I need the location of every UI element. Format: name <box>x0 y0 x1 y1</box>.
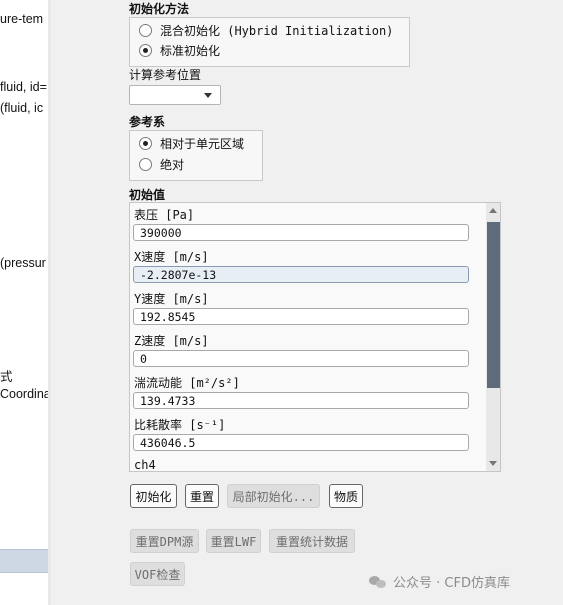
scroll-down-arrow-icon[interactable] <box>489 461 497 466</box>
patch-button[interactable]: 局部初始化... <box>227 484 320 508</box>
initial-values-list: 表压 [Pa] 390000 X速度 [m/s] -2.2807e-13 Y速度… <box>129 202 501 472</box>
field-label-x-velocity: X速度 [m/s] <box>134 250 209 264</box>
y-velocity-input[interactable]: 192.8545 <box>133 308 469 325</box>
radio-hybrid-init[interactable]: 混合初始化 (Hybrid Initialization) <box>139 22 393 39</box>
field-label-z-velocity: Z速度 [m/s] <box>134 334 209 348</box>
reset-button[interactable]: 重置 <box>185 484 219 508</box>
initialization-panel: 初始化方法 混合初始化 (Hybrid Initialization) 标准初始… <box>51 0 563 605</box>
material-button[interactable]: 物质 <box>329 484 363 508</box>
tree-item[interactable]: 式 <box>0 366 13 385</box>
radio-standard-init[interactable]: 标准初始化 <box>139 42 220 59</box>
radio-button-icon[interactable] <box>139 44 152 57</box>
left-tree-panel: ure-tem fluid, id= (fluid, ic (pressur 式… <box>0 0 49 605</box>
reference-frame-title: 参考系 <box>129 115 166 129</box>
chevron-down-icon <box>204 93 212 98</box>
reset-statistics-button[interactable]: 重置统计数据 <box>269 529 355 553</box>
compute-from-label: 计算参考位置 <box>129 68 202 82</box>
radio-label: 绝对 <box>160 158 185 172</box>
radio-label: 混合初始化 (Hybrid Initialization) <box>160 24 394 38</box>
tree-selected-row[interactable] <box>0 549 48 573</box>
field-label-y-velocity: Y速度 [m/s] <box>134 292 209 306</box>
tree-item[interactable]: (fluid, ic <box>0 101 43 115</box>
wechat-icon <box>369 575 387 589</box>
tree-item[interactable]: ure-tem <box>0 12 43 26</box>
init-method-title: 初始化方法 <box>129 2 190 16</box>
tree-item[interactable]: fluid, id= <box>0 80 47 94</box>
field-label-gauge-pressure: 表压 [Pa] <box>134 208 195 222</box>
x-velocity-input[interactable]: -2.2807e-13 <box>133 266 469 283</box>
scroll-up-arrow-icon[interactable] <box>489 208 497 213</box>
reset-dpm-sources-button[interactable]: 重置DPM源 <box>130 529 199 553</box>
scrollbar-thumb[interactable] <box>487 222 500 388</box>
init-method-group: 混合初始化 (Hybrid Initialization) 标准初始化 <box>129 17 410 67</box>
field-label-specific-dissipation-rate: 比耗散率 [s⁻¹] <box>134 418 226 432</box>
compute-from-select[interactable] <box>129 85 221 105</box>
radio-label: 相对于单元区域 <box>160 137 245 151</box>
radio-label: 标准初始化 <box>160 44 221 58</box>
turbulent-kinetic-energy-input[interactable]: 139.4733 <box>133 392 469 409</box>
watermark-text: 公众号 · CFD仿真库 <box>393 576 510 591</box>
radio-button-icon[interactable] <box>139 158 152 171</box>
field-label-turbulent-kinetic-energy: 湍流动能 [m²/s²] <box>134 376 240 390</box>
z-velocity-input[interactable]: 0 <box>133 350 469 367</box>
radio-relative-to-cell-zone[interactable]: 相对于单元区域 <box>139 135 244 152</box>
reference-frame-group: 相对于单元区域 绝对 <box>129 130 263 181</box>
values-scrollbar[interactable] <box>486 203 500 471</box>
radio-button-icon[interactable] <box>139 137 152 150</box>
initial-values-title: 初始值 <box>129 188 166 202</box>
radio-button-icon[interactable] <box>139 24 152 37</box>
tree-item[interactable]: Coordina <box>0 387 48 401</box>
specific-dissipation-rate-input[interactable]: 436046.5 <box>133 434 469 451</box>
gauge-pressure-input[interactable]: 390000 <box>133 224 469 241</box>
field-label-ch4: ch4 <box>134 458 156 472</box>
reset-lwf-button[interactable]: 重置LWF <box>206 529 261 553</box>
initialize-button[interactable]: 初始化 <box>130 484 177 508</box>
tree-item[interactable]: (pressur <box>0 256 46 270</box>
watermark: 公众号 · CFD仿真库 <box>369 572 510 591</box>
vof-check-button[interactable]: VOF检查 <box>130 562 185 586</box>
radio-absolute[interactable]: 绝对 <box>139 156 184 173</box>
